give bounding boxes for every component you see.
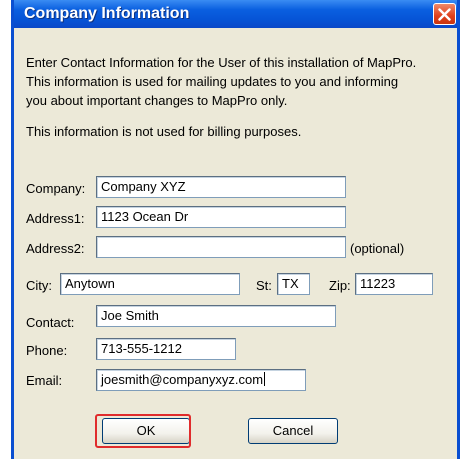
title-bar[interactable]: Company Information	[14, 0, 457, 28]
contact-label: Contact:	[26, 315, 75, 330]
phone-field[interactable]: 713-555-1212	[96, 338, 236, 360]
close-icon	[438, 8, 451, 21]
email-label: Email:	[26, 373, 63, 388]
email-field[interactable]: joesmith@companyxyz.com	[96, 369, 306, 391]
state-field[interactable]: TX	[277, 273, 310, 295]
company-field[interactable]: Company XYZ	[96, 176, 346, 198]
address1-label: Address1:	[26, 211, 85, 226]
zip-field[interactable]: 11223	[355, 273, 433, 295]
text-cursor	[264, 372, 266, 386]
address2-label: Address2:	[26, 241, 85, 256]
cancel-button[interactable]: Cancel	[248, 418, 338, 444]
address2-field[interactable]	[96, 236, 346, 258]
dialog-body: Enter Contact Information for the User o…	[14, 28, 457, 459]
state-label: St:	[256, 278, 272, 293]
intro-text-line-1: Enter Contact Information for the User o…	[26, 55, 417, 70]
dialog-title: Company Information	[24, 5, 190, 22]
address2-optional-hint: (optional)	[350, 241, 405, 256]
email-value: joesmith@companyxyz.com	[101, 372, 264, 387]
company-label: Company:	[26, 181, 86, 196]
intro-text-line-2: This information is used for mailing upd…	[26, 74, 399, 89]
ok-button-highlight	[95, 414, 191, 448]
address1-field[interactable]: 1123 Ocean Dr	[96, 206, 346, 228]
city-field[interactable]: Anytown	[60, 273, 240, 295]
zip-label: Zip:	[329, 278, 351, 293]
company-information-dialog: Company Information Enter Contact Inform…	[11, 0, 460, 459]
phone-label: Phone:	[26, 343, 68, 358]
intro-text-line-3: you about important changes to MapPro on…	[26, 93, 288, 108]
city-label: City:	[26, 278, 52, 293]
close-button[interactable]	[433, 3, 456, 25]
contact-field[interactable]: Joe Smith	[96, 305, 336, 327]
billing-note: This information is not used for billing…	[26, 124, 302, 139]
